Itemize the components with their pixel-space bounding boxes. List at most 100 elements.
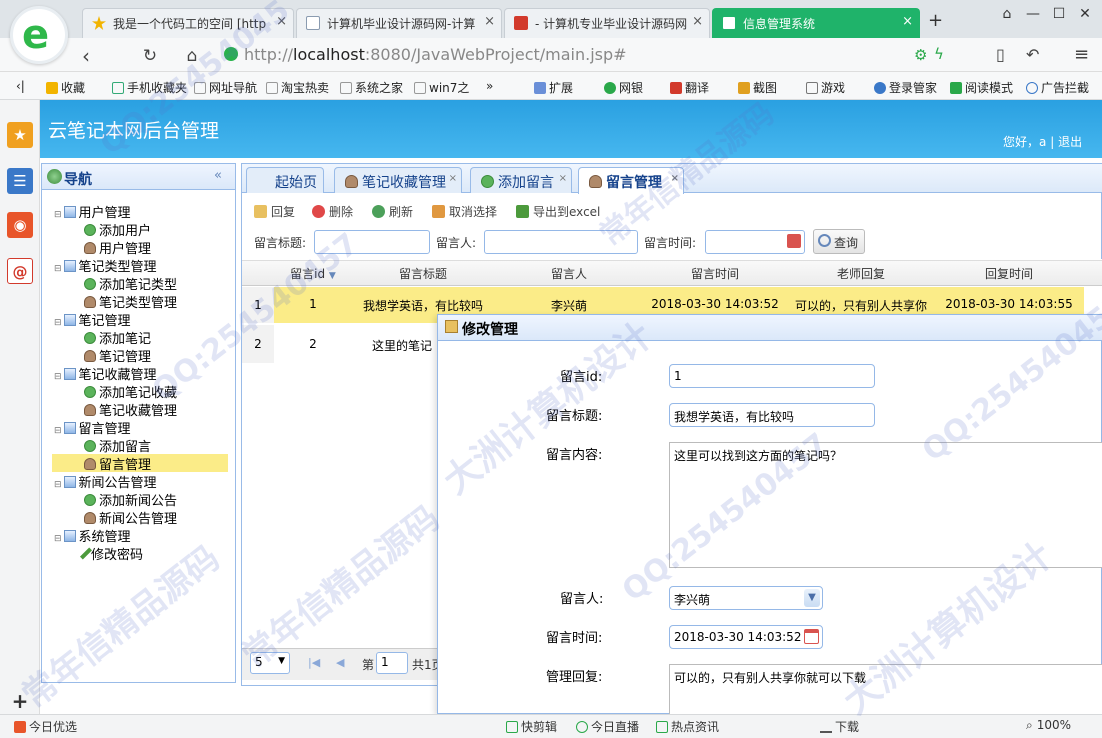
id-field[interactable]: 1	[669, 364, 875, 388]
browser-tab-1[interactable]: 我是一个代码工的空间 [http ×	[82, 8, 294, 38]
bookmark-taobao[interactable]: 淘宝热卖	[266, 79, 329, 96]
phone-icon[interactable]: ▯	[996, 45, 1005, 64]
collapse-toggle-icon[interactable]: ⊟	[54, 426, 62, 436]
nav-item[interactable]: 添加笔记类型	[52, 274, 228, 293]
tab-add-message[interactable]: 添加留言 ×	[470, 167, 572, 193]
column-person[interactable]: 留言人	[496, 265, 642, 282]
export-excel-button[interactable]: 导出到excel	[516, 203, 600, 220]
url-field[interactable]: http://localhost:8080/JavaWebProject/mai…	[244, 45, 627, 64]
nav-item[interactable]: 笔记类型管理	[52, 292, 228, 311]
new-tab-button[interactable]: +	[928, 10, 943, 31]
nav-item[interactable]: 留言管理	[52, 454, 228, 473]
nav-group[interactable]: ⊟ 新闻公告管理	[54, 472, 157, 491]
close-icon[interactable]: ×	[671, 173, 679, 184]
bookmark-mobile[interactable]: 手机收藏夹	[112, 79, 187, 96]
column-id[interactable]: 留言id ▼	[276, 265, 350, 282]
nav-group[interactable]: ⊟ 系统管理	[54, 526, 131, 545]
bookmark-nav[interactable]: 网址导航	[194, 79, 257, 96]
close-icon[interactable]: ×	[484, 14, 495, 29]
status-today-picks[interactable]: 今日优选	[14, 718, 77, 735]
weibo-icon[interactable]: ◉	[7, 212, 33, 238]
close-icon[interactable]: ×	[559, 173, 567, 184]
page-input[interactable]: 1	[376, 652, 408, 674]
bookmark-favorites[interactable]: 收藏	[46, 79, 85, 96]
ext-games[interactable]: 游戏	[806, 79, 845, 96]
search-button[interactable]: 查询	[813, 229, 865, 254]
nav-item[interactable]: 添加笔记收藏	[52, 382, 228, 401]
collapse-toggle-icon[interactable]: ⊟	[54, 264, 62, 274]
maximize-icon[interactable]: ☐	[1048, 6, 1070, 22]
collapse-toggle-icon[interactable]: ⊟	[54, 372, 62, 382]
tab-message-management[interactable]: 留言管理 ×	[578, 167, 684, 194]
close-window-icon[interactable]: ✕	[1074, 6, 1096, 22]
ext-reader[interactable]: 阅读模式	[950, 79, 1013, 96]
column-reply-time[interactable]: 回复时间	[934, 265, 1084, 282]
content-textarea[interactable]: 这里可以找到这方面的笔记吗？	[669, 442, 1102, 568]
sidebar-toggle-icon[interactable]: ‹|	[16, 79, 25, 93]
page-size-select[interactable]: 5 ▼	[250, 652, 290, 674]
close-icon[interactable]: ×	[449, 173, 457, 184]
ext-translate[interactable]: 翻译	[670, 79, 709, 96]
nav-item[interactable]: 添加新闻公告	[52, 490, 228, 509]
lightning-icon[interactable]: ϟ	[934, 45, 944, 63]
status-quick-clip[interactable]: 快剪辑	[506, 718, 557, 735]
ext-screenshot[interactable]: 截图	[738, 79, 777, 96]
ext-login[interactable]: 登录管家	[874, 79, 937, 96]
search-time-input[interactable]	[705, 230, 805, 254]
nav-item[interactable]: 添加留言	[52, 436, 228, 455]
nav-group[interactable]: ⊟ 用户管理	[54, 202, 131, 221]
column-reply[interactable]: 老师回复	[788, 265, 934, 282]
gift-icon[interactable]: ★	[7, 122, 33, 148]
browser-tab-active[interactable]: 信息管理系统 ×	[712, 8, 920, 38]
close-icon[interactable]: ×	[902, 14, 913, 29]
reply-textarea[interactable]: 可以的，只有别人共享你就可以下载	[669, 664, 1102, 714]
shirt-icon[interactable]: ⌂	[996, 6, 1018, 22]
add-icon[interactable]: +	[7, 688, 33, 714]
browser-tab-2[interactable]: 计算机毕业设计源码网-计算 ×	[296, 8, 502, 38]
nav-item[interactable]: 添加笔记	[52, 328, 228, 347]
nav-group[interactable]: ⊟ 笔记收藏管理	[54, 364, 157, 383]
search-title-input[interactable]	[314, 230, 430, 254]
nav-item[interactable]: 修改密码	[52, 544, 228, 563]
menu-icon[interactable]: ≡	[1074, 44, 1089, 65]
refresh-button[interactable]: 刷新	[372, 203, 413, 220]
collapse-icon[interactable]: «	[214, 168, 222, 183]
bookmark-system[interactable]: 系统之家	[340, 79, 403, 96]
back-icon[interactable]: ‹	[74, 44, 98, 68]
time-field[interactable]: 2018-03-30 14:03:52	[669, 625, 823, 649]
column-title[interactable]: 留言标题	[350, 265, 496, 282]
undo-icon[interactable]: ↶	[1026, 45, 1039, 64]
nav-group[interactable]: ⊟ 笔记管理	[54, 310, 131, 329]
nav-group[interactable]: ⊟ 留言管理	[54, 418, 131, 437]
clear-selection-button[interactable]: 取消选择	[432, 203, 497, 220]
bookmark-win7[interactable]: win7之	[414, 79, 469, 96]
mail-icon[interactable]: @	[7, 258, 33, 284]
home-icon[interactable]: ⌂	[180, 46, 204, 66]
logout-link[interactable]: 退出	[1058, 135, 1082, 149]
search-person-input[interactable]	[484, 230, 638, 254]
minimize-icon[interactable]: —	[1022, 6, 1044, 22]
ext-bank[interactable]: 网银	[604, 79, 643, 96]
close-icon[interactable]: ×	[692, 14, 703, 29]
nav-item[interactable]: 新闻公告管理	[52, 508, 228, 527]
collapse-toggle-icon[interactable]: ⊟	[54, 210, 62, 220]
list-icon[interactable]: ☰	[7, 168, 33, 194]
prev-page-icon[interactable]: ◀	[336, 656, 344, 669]
collapse-toggle-icon[interactable]: ⊟	[54, 480, 62, 490]
status-news[interactable]: 热点资讯	[656, 718, 719, 735]
zoom-level[interactable]: ⌕ 100%	[1026, 718, 1071, 733]
nav-item[interactable]: 用户管理	[52, 238, 228, 257]
ext-adblock[interactable]: 广告拦截	[1026, 79, 1089, 96]
first-page-icon[interactable]: |◀	[308, 656, 320, 669]
nav-item[interactable]: 笔记管理	[52, 346, 228, 365]
status-download[interactable]: 下载	[820, 718, 859, 735]
reply-button[interactable]: 回复	[254, 203, 295, 220]
ext-extension[interactable]: 扩展	[534, 79, 573, 96]
collapse-toggle-icon[interactable]: ⊟	[54, 534, 62, 544]
collapse-toggle-icon[interactable]: ⊟	[54, 318, 62, 328]
calendar-icon[interactable]	[804, 629, 819, 644]
tab-home[interactable]: 起始页	[246, 167, 324, 193]
chevron-down-icon[interactable]: ▼	[804, 589, 820, 607]
status-live[interactable]: 今日直播	[576, 718, 639, 735]
delete-button[interactable]: 删除	[312, 203, 353, 220]
